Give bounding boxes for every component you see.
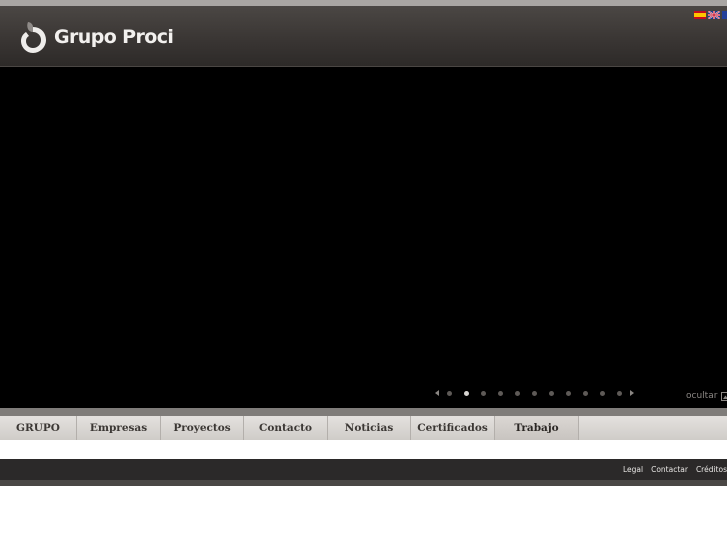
- footer-link-contactar[interactable]: Contactar: [651, 465, 688, 474]
- footer-link-creditos[interactable]: Créditos: [696, 465, 727, 474]
- nav-item-certificados[interactable]: Certificados: [411, 416, 495, 440]
- spacer: [0, 440, 727, 459]
- hide-slider-button[interactable]: ocultar: [686, 390, 727, 402]
- hide-label: ocultar: [686, 391, 718, 401]
- slider-dot[interactable]: [498, 390, 503, 396]
- nav-item-proyectos[interactable]: Proyectos: [161, 416, 244, 440]
- site-footer: [0, 459, 727, 480]
- nav-item-empresas[interactable]: Empresas: [77, 416, 161, 440]
- third-flag-icon[interactable]: [722, 11, 727, 19]
- nav-item-noticias[interactable]: Noticias: [328, 416, 411, 440]
- slider-dot[interactable]: [617, 390, 622, 396]
- footer-link-legal[interactable]: Legal: [623, 465, 643, 474]
- logo[interactable]: Grupo Proci: [18, 20, 174, 54]
- hero-slider: [0, 66, 727, 408]
- slider-dot-active[interactable]: [464, 390, 469, 396]
- footer-links: Legal Contactar Créditos: [623, 459, 727, 480]
- slider-dot[interactable]: [600, 390, 605, 396]
- slider-dot[interactable]: [447, 390, 452, 396]
- uk-flag-icon[interactable]: [708, 11, 720, 19]
- hide-icon: [721, 391, 727, 401]
- slider-dot[interactable]: [566, 390, 571, 396]
- site-header: Grupo Proci: [0, 6, 727, 66]
- slider-dot[interactable]: [583, 390, 588, 396]
- proci-logo-icon: [21, 22, 46, 53]
- language-selector: [694, 11, 727, 19]
- main-nav: GRUPO Empresas Proyectos Contacto Notici…: [0, 416, 727, 440]
- slider-dot[interactable]: [515, 390, 520, 396]
- footer-bottom-strip: [0, 480, 727, 486]
- slider-dot[interactable]: [481, 390, 486, 396]
- slider-dot[interactable]: [549, 390, 554, 396]
- slider-dot[interactable]: [532, 390, 537, 396]
- nav-item-trabajo[interactable]: Trabajo: [495, 416, 579, 440]
- nav-item-contacto[interactable]: Contacto: [244, 416, 328, 440]
- nav-item-grupo[interactable]: GRUPO: [0, 416, 77, 440]
- slider-pagination: [433, 388, 636, 398]
- next-arrow-icon[interactable]: [628, 388, 636, 398]
- prev-arrow-icon[interactable]: [433, 388, 441, 398]
- es-flag-icon[interactable]: [694, 11, 706, 19]
- nav-top-strip: [0, 408, 727, 416]
- brand-name: Grupo Proci: [54, 26, 174, 48]
